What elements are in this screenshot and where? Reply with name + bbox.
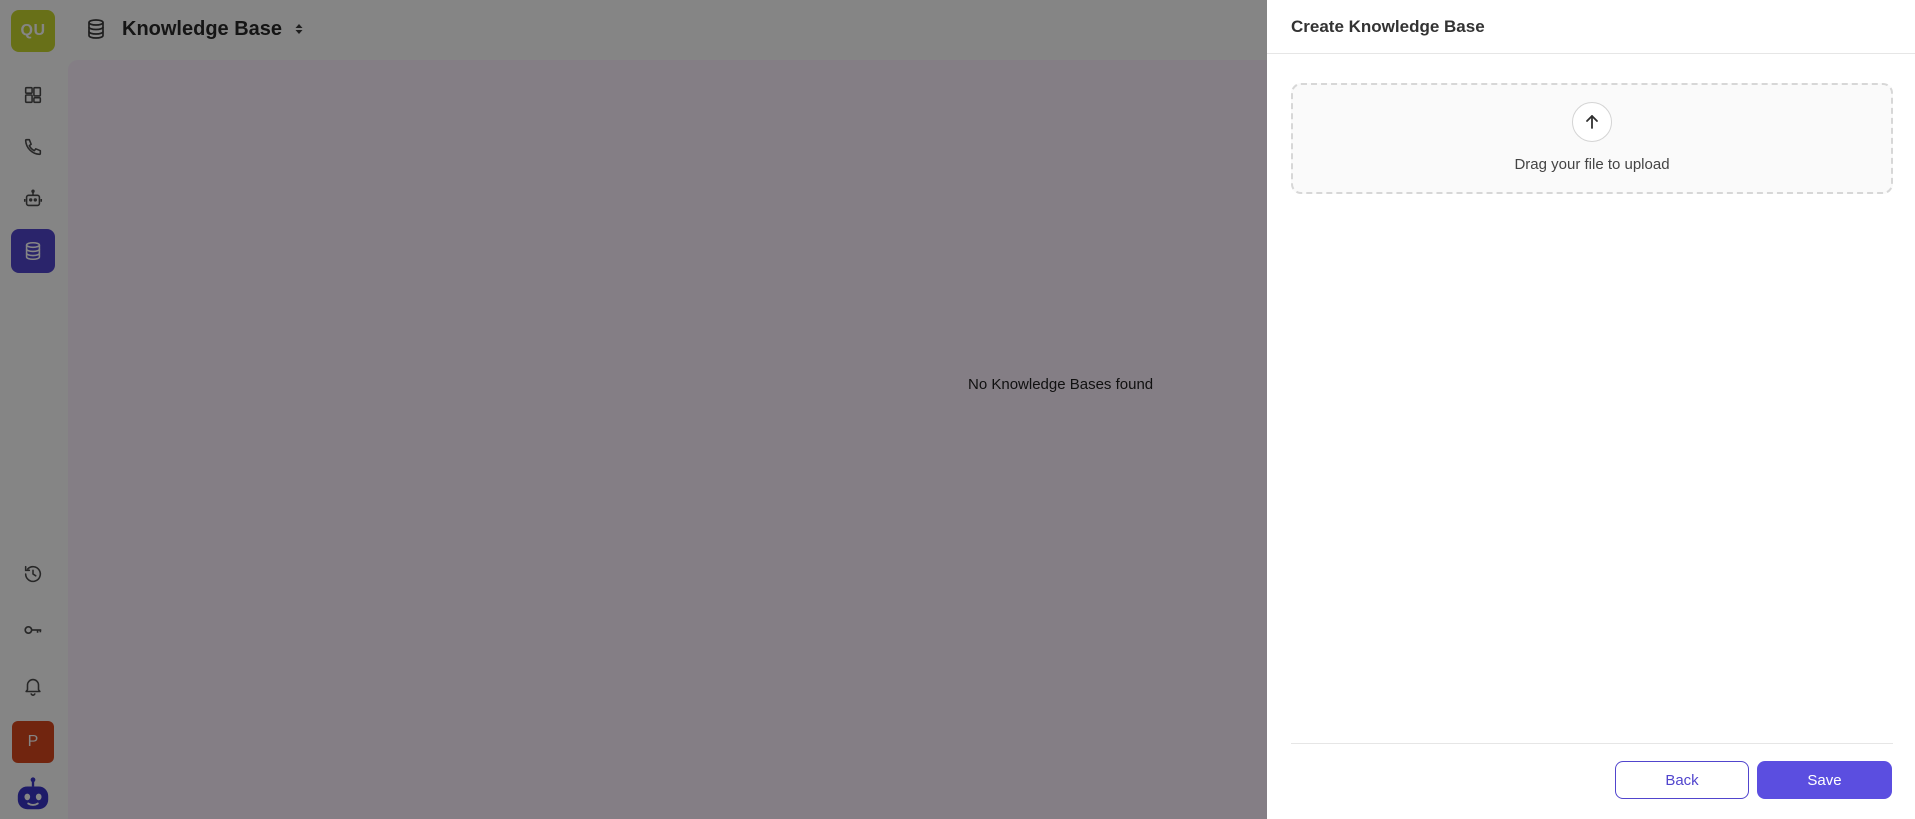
file-upload-dropzone[interactable]: Drag your file to upload <box>1291 83 1893 194</box>
save-button[interactable]: Save <box>1757 761 1892 799</box>
create-knowledge-base-drawer: Create Knowledge Base Drag your file to … <box>1267 0 1915 819</box>
drawer-header: Create Knowledge Base <box>1267 0 1915 54</box>
drawer-title: Create Knowledge Base <box>1291 16 1485 36</box>
arrow-up-icon <box>1586 115 1598 129</box>
upload-button[interactable] <box>1572 102 1612 142</box>
upload-instructions: Drag your file to upload <box>1514 156 1670 173</box>
footer-divider <box>1291 743 1893 744</box>
back-button[interactable]: Back <box>1615 761 1749 799</box>
